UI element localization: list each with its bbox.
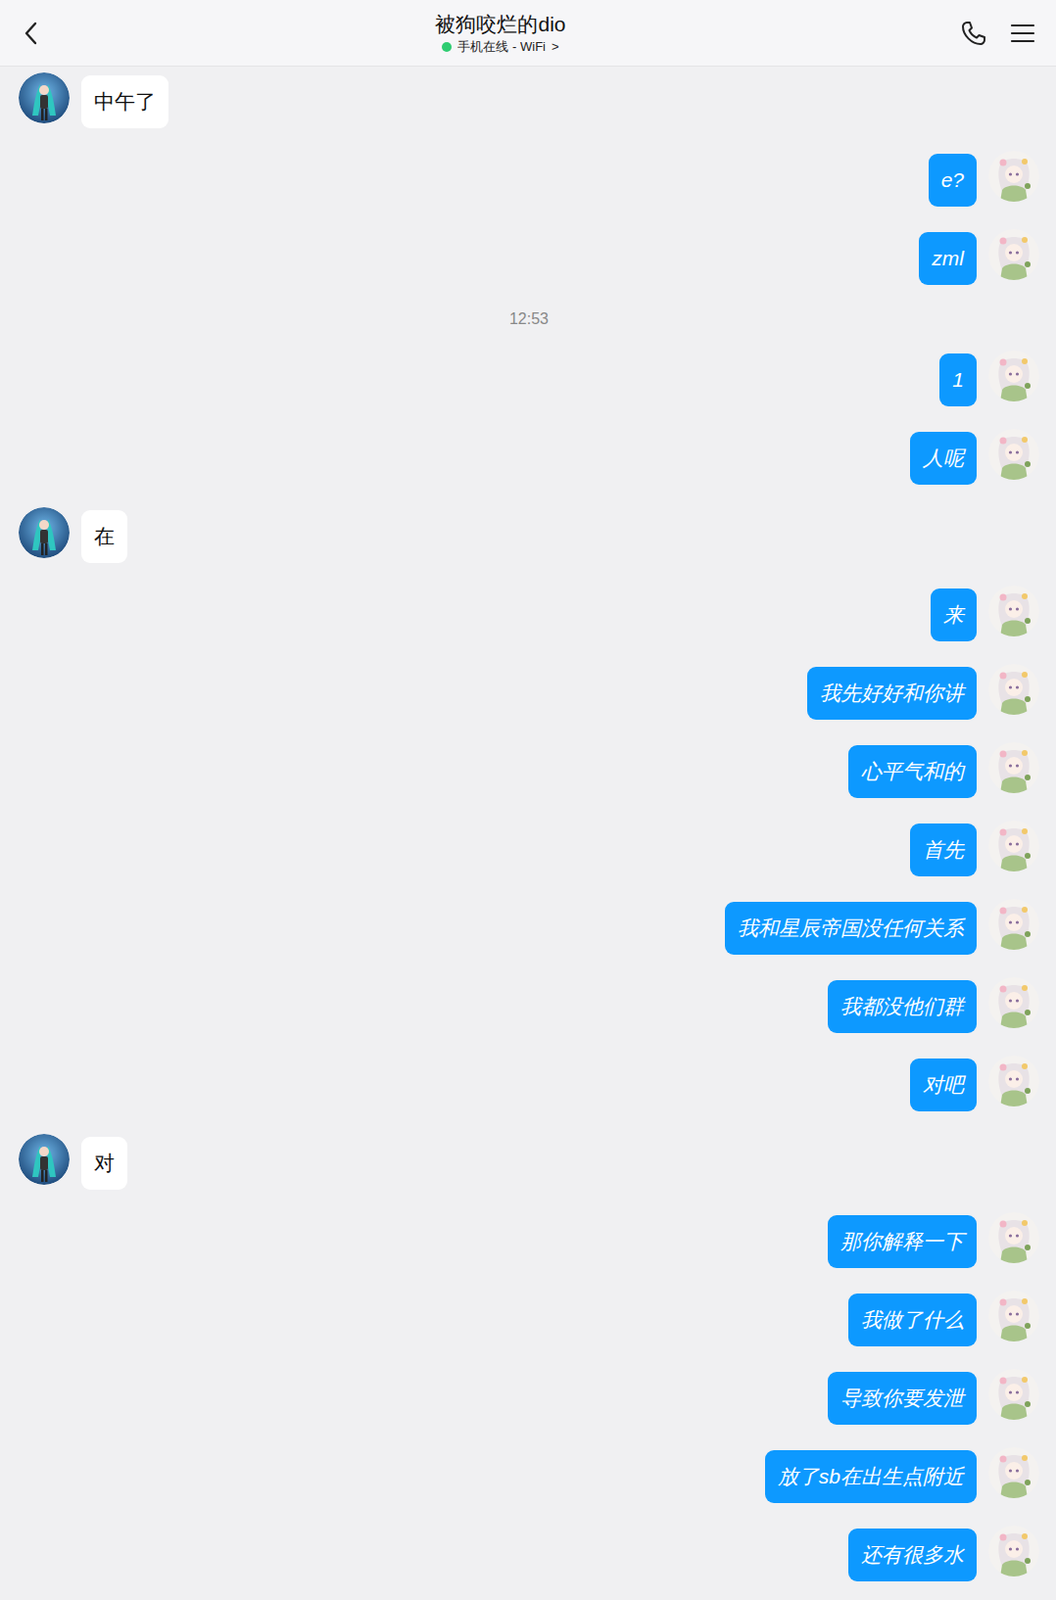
my-avatar-icon[interactable]: [988, 742, 1040, 794]
sent-message: 心平气和的: [18, 745, 1040, 799]
my-avatar-icon[interactable]: [988, 1526, 1040, 1578]
received-message: 在: [18, 510, 1040, 564]
timestamp: 12:53: [18, 310, 1040, 329]
contact-avatar-icon[interactable]: [18, 1134, 70, 1186]
message-bubble[interactable]: 对: [81, 1137, 128, 1191]
my-avatar-icon[interactable]: [988, 585, 1040, 637]
sent-message: 我和星辰帝国没任何关系: [18, 902, 1040, 956]
sent-message: 我做了什么: [18, 1294, 1040, 1347]
chat-header: 被狗咬烂的dio手机在线 - WiFi >: [0, 0, 1056, 67]
my-avatar-icon[interactable]: [988, 664, 1040, 716]
contact-name: 被狗咬烂的dio: [434, 11, 566, 38]
status-arrow: >: [551, 39, 560, 55]
message-bubble[interactable]: 导致你要发泄: [827, 1372, 977, 1426]
sent-message: 1: [18, 353, 1040, 407]
online-status: 手机在线 - WiFi >: [441, 39, 559, 55]
sent-message: 首先: [18, 823, 1040, 877]
header-actions: [960, 19, 1037, 48]
message-bubble[interactable]: 心平气和的: [848, 745, 977, 799]
message-list: 中午了 e? zml 12:53 1 人呢在来我先好好和你讲心平气和的首先我和星辰帝国没任…: [0, 66, 1056, 1583]
my-avatar-icon[interactable]: [988, 429, 1040, 480]
message-bubble[interactable]: e?: [928, 153, 977, 207]
message-bubble[interactable]: 我都没他们群: [827, 980, 977, 1034]
sent-message: 对吧: [18, 1058, 1040, 1112]
message-bubble[interactable]: 对吧: [910, 1058, 977, 1112]
my-avatar-icon[interactable]: [988, 899, 1040, 951]
sent-message: zml: [18, 232, 1040, 286]
message-bubble[interactable]: 1: [939, 353, 977, 407]
menu-icon[interactable]: [1008, 19, 1037, 48]
my-avatar-icon[interactable]: [988, 229, 1040, 281]
message-bubble[interactable]: 来: [930, 588, 977, 642]
sent-message: 我都没他们群: [18, 980, 1040, 1034]
sent-message: 放了sb在出生点附近: [18, 1450, 1040, 1504]
received-message: 对: [18, 1137, 1040, 1191]
message-bubble[interactable]: 我先好好和你讲: [807, 667, 977, 720]
message-bubble[interactable]: 我和星辰帝国没任何关系: [724, 902, 977, 956]
sent-message: 来: [18, 588, 1040, 642]
my-avatar-icon[interactable]: [988, 1447, 1040, 1499]
my-avatar-icon[interactable]: [988, 1291, 1040, 1343]
message-bubble[interactable]: 还有很多水: [848, 1529, 977, 1583]
my-avatar-icon[interactable]: [988, 350, 1040, 402]
message-bubble[interactable]: zml: [918, 232, 977, 286]
online-dot: [441, 42, 452, 52]
message-bubble[interactable]: 我做了什么: [848, 1294, 977, 1347]
sent-message: 人呢: [18, 432, 1040, 485]
sent-message: 导致你要发泄: [18, 1372, 1040, 1426]
back-icon[interactable]: [21, 19, 42, 48]
phone-icon[interactable]: [960, 19, 988, 48]
my-avatar-icon[interactable]: [988, 1369, 1040, 1421]
contact-info[interactable]: 被狗咬烂的dio手机在线 - WiFi >: [434, 11, 566, 55]
message-bubble[interactable]: 放了sb在出生点附近: [765, 1450, 977, 1504]
my-avatar-icon[interactable]: [988, 1212, 1040, 1264]
my-avatar-icon[interactable]: [988, 977, 1040, 1029]
message-bubble[interactable]: 那你解释一下: [827, 1215, 977, 1269]
my-avatar-icon[interactable]: [988, 820, 1040, 872]
message-bubble[interactable]: 首先: [910, 823, 977, 877]
message-bubble[interactable]: 中午了: [81, 75, 169, 129]
contact-avatar-icon[interactable]: [18, 507, 70, 559]
message-bubble[interactable]: 人呢: [910, 432, 977, 485]
status-text: 手机在线 - WiFi: [457, 39, 546, 55]
received-message: 中午了: [18, 75, 1040, 129]
sent-message: e?: [18, 153, 1040, 207]
sent-message: 还有很多水: [18, 1529, 1040, 1583]
my-avatar-icon[interactable]: [988, 1056, 1040, 1107]
sent-message: 那你解释一下: [18, 1215, 1040, 1269]
contact-avatar-icon[interactable]: [18, 72, 70, 124]
my-avatar-icon[interactable]: [988, 150, 1040, 202]
sent-message: 我先好好和你讲: [18, 667, 1040, 720]
message-bubble[interactable]: 在: [81, 510, 128, 564]
